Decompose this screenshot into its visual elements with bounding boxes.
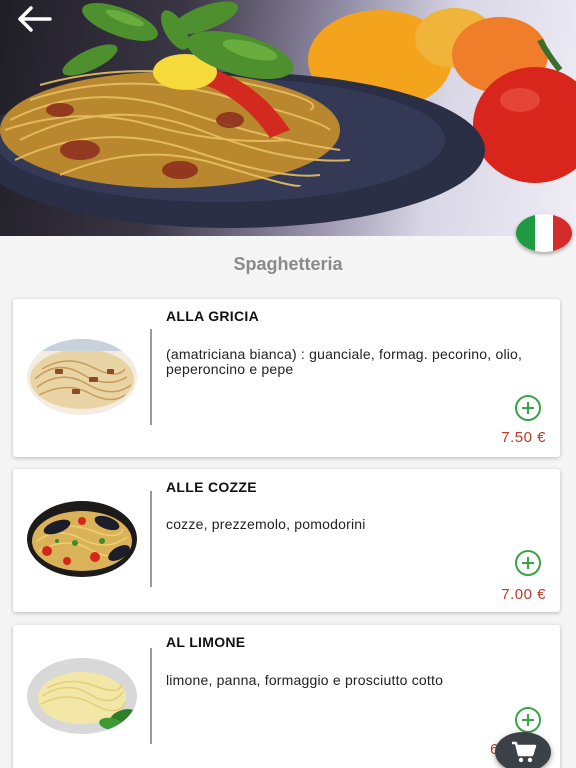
shopping-cart-icon — [512, 741, 537, 763]
back-button[interactable] — [14, 4, 58, 34]
dish-name: ALLE COZZE — [166, 479, 257, 495]
dish-image — [27, 501, 137, 577]
card-divider — [150, 329, 152, 425]
cart-button[interactable] — [495, 732, 551, 768]
dish-name: AL LIMONE — [166, 634, 246, 650]
card-divider — [150, 491, 152, 587]
dish-name: ALLA GRICIA — [166, 308, 259, 324]
dish-description: cozze, prezzemolo, pomodorini — [166, 516, 366, 532]
add-to-cart-icon[interactable] — [515, 395, 541, 421]
spaghetti-photo — [0, 1, 576, 228]
arrow-left-icon — [18, 6, 52, 32]
section-title: Spaghetteria — [233, 254, 343, 274]
dish-image — [27, 658, 137, 734]
menu-item-card[interactable]: AL LIMONE limone, panna, formaggio e pro… — [13, 625, 560, 768]
dish-price: 7.00 € — [501, 586, 546, 603]
hero-image — [0, 0, 576, 236]
add-to-cart-icon[interactable] — [515, 707, 541, 733]
dish-description: (amatriciana bianca) : guanciale, formag… — [166, 346, 523, 377]
card-divider — [150, 648, 152, 744]
dish-image — [27, 339, 137, 415]
menu-item-card[interactable]: ALLA GRICIA (amatriciana bianca) : guanc… — [13, 299, 560, 457]
italy-flag-icon[interactable] — [516, 214, 572, 252]
menu-item-card[interactable]: ALLE COZZE cozze, prezzemolo, pomodorini… — [13, 469, 560, 612]
add-to-cart-icon[interactable] — [515, 550, 541, 576]
dish-price: 7.50 € — [501, 429, 546, 446]
dish-description: limone, panna, formaggio e prosciutto co… — [166, 672, 444, 688]
